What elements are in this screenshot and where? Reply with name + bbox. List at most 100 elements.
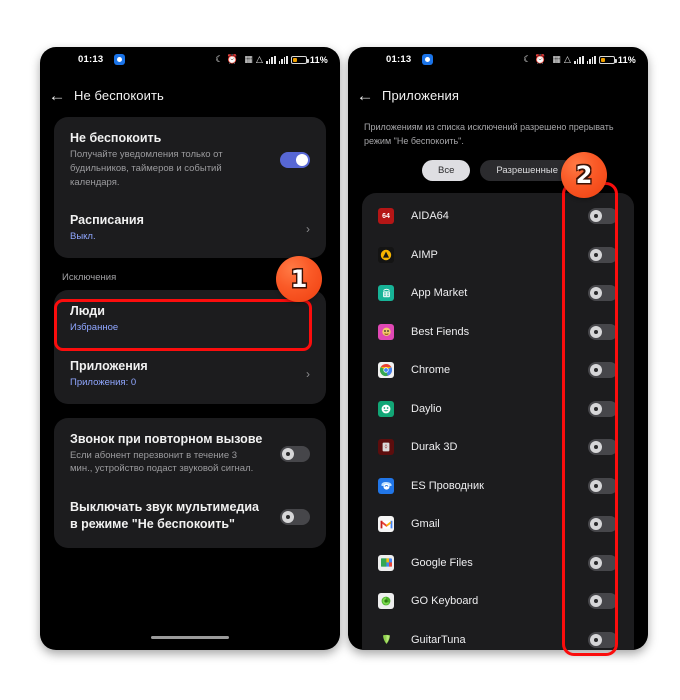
schedules-title: Расписания bbox=[70, 213, 310, 227]
vibrate-icon: ▦ bbox=[552, 55, 561, 64]
go-keyboard-icon bbox=[378, 593, 394, 609]
app-name: Chrome bbox=[411, 364, 450, 376]
camera-badge-icon bbox=[114, 54, 125, 65]
app-name: AIMP bbox=[411, 249, 438, 261]
es-explorer-icon bbox=[378, 478, 394, 494]
status-bar-right: 01:13 ☾ ⏰ ᚝ ▦ △ 11% bbox=[348, 47, 648, 73]
mute-media-toggle[interactable] bbox=[280, 509, 310, 525]
guitartuna-icon bbox=[378, 632, 394, 648]
dnd-row[interactable]: Не беспокоить Получайте уведомления толь… bbox=[54, 119, 326, 201]
phone-left: 01:13 ☾ ⏰ ᚝ ▦ △ 11% ← Не беспокоить Не б… bbox=[40, 47, 340, 650]
dnd-moon-icon: ☾ bbox=[523, 55, 531, 64]
app-row-chrome[interactable]: Chrome bbox=[362, 351, 634, 390]
battery-percent: 11% bbox=[618, 55, 636, 65]
app-row-guitartuna[interactable]: GuitarTuna bbox=[362, 621, 634, 651]
chevron-right-icon: › bbox=[306, 222, 310, 236]
app-toggle[interactable] bbox=[588, 362, 618, 378]
app-name: Durak 3D bbox=[411, 441, 457, 453]
schedules-row[interactable]: Расписания Выкл. › bbox=[54, 201, 326, 256]
app-toggle[interactable] bbox=[588, 593, 618, 609]
mute-media-title-line1: Выключать звук мультимедиа bbox=[70, 500, 310, 514]
repeat-call-title: Звонок при повторном вызове bbox=[70, 432, 310, 446]
app-toggle[interactable] bbox=[588, 208, 618, 224]
app-row-gmail[interactable]: Gmail bbox=[362, 505, 634, 544]
repeat-call-row[interactable]: Звонок при повторном вызове Если абонент… bbox=[54, 420, 326, 489]
gmail-icon bbox=[378, 516, 394, 532]
screenshot-stage: 01:13 ☾ ⏰ ᚝ ▦ △ 11% ← Не беспокоить Не б… bbox=[0, 0, 680, 700]
other-settings-card: Звонок при повторном вызове Если абонент… bbox=[54, 418, 326, 549]
app-toggle[interactable] bbox=[588, 439, 618, 455]
exceptions-card: Люди Избранное Приложения Приложения: 0 … bbox=[54, 290, 326, 404]
app-name: ES Проводник bbox=[411, 480, 484, 492]
durak-3d-icon bbox=[378, 439, 394, 455]
apps-title: Приложения bbox=[70, 359, 310, 373]
wifi-icon: △ bbox=[564, 55, 571, 64]
app-row-aimp[interactable]: AIMP bbox=[362, 236, 634, 275]
vibrate-icon: ▦ bbox=[244, 55, 253, 64]
right-screen-content: Приложениям из списка исключений разреше… bbox=[348, 117, 648, 650]
signal-1-icon bbox=[266, 56, 275, 64]
back-arrow-icon[interactable]: ← bbox=[348, 87, 382, 104]
app-row-es-explorer[interactable]: ES Проводник bbox=[362, 467, 634, 506]
schedules-subtitle: Выкл. bbox=[70, 230, 260, 244]
app-toggle[interactable] bbox=[588, 285, 618, 301]
app-toggle[interactable] bbox=[588, 401, 618, 417]
signal-1-icon bbox=[574, 56, 583, 64]
alarm-icon: ⏰ bbox=[535, 55, 546, 64]
app-name: GuitarTuna bbox=[411, 634, 466, 646]
app-name: Google Files bbox=[411, 557, 473, 569]
app-name: AIDA64 bbox=[411, 210, 449, 222]
chip-allowed[interactable]: Разрешенные bbox=[480, 160, 574, 181]
dnd-toggle[interactable] bbox=[280, 152, 310, 168]
app-row-durak-3d[interactable]: Durak 3D bbox=[362, 428, 634, 467]
people-row[interactable]: Люди Избранное bbox=[54, 292, 326, 347]
daylio-icon bbox=[378, 401, 394, 417]
app-toggle[interactable] bbox=[588, 555, 618, 571]
wifi-icon: △ bbox=[256, 55, 263, 64]
dnd-moon-icon: ☾ bbox=[215, 55, 223, 64]
step-badge-2: 2 bbox=[561, 152, 607, 198]
aida64-icon: 64 bbox=[378, 208, 394, 224]
app-toggle[interactable] bbox=[588, 324, 618, 340]
step-badge-1: 1 bbox=[276, 256, 322, 302]
repeat-call-subtitle: Если абонент перезвонит в течение 3 мин.… bbox=[70, 449, 260, 477]
page-title-right: Приложения bbox=[382, 88, 459, 103]
status-time: 01:13 bbox=[78, 54, 103, 65]
alarm-icon: ⏰ bbox=[227, 55, 238, 64]
app-row-daylio[interactable]: Daylio bbox=[362, 390, 634, 429]
app-row-best-fiends[interactable]: Best Fiends bbox=[362, 313, 634, 352]
aimp-icon bbox=[378, 247, 394, 263]
signal-2-icon bbox=[587, 56, 596, 64]
apps-subtitle: Приложения: 0 bbox=[70, 376, 260, 390]
app-market-icon bbox=[378, 285, 394, 301]
battery-percent: 11% bbox=[310, 55, 328, 65]
people-title: Люди bbox=[70, 304, 310, 318]
app-toggle[interactable] bbox=[588, 247, 618, 263]
chip-all[interactable]: Все bbox=[422, 160, 470, 181]
app-toggle[interactable] bbox=[588, 516, 618, 532]
dnd-title: Не беспокоить bbox=[70, 131, 310, 145]
battery-icon bbox=[291, 56, 307, 64]
app-row-google-files[interactable]: Google Files bbox=[362, 544, 634, 583]
app-toggle[interactable] bbox=[588, 632, 618, 648]
chevron-right-icon: › bbox=[306, 367, 310, 381]
google-files-icon bbox=[378, 555, 394, 571]
home-indicator bbox=[151, 636, 229, 639]
mute-media-row[interactable]: Выключать звук мультимедиа в режиме "Не … bbox=[54, 488, 326, 546]
app-row-aida64[interactable]: 64 AIDA64 bbox=[362, 197, 634, 236]
apps-row[interactable]: Приложения Приложения: 0 › bbox=[54, 347, 326, 402]
best-fiends-icon bbox=[378, 324, 394, 340]
app-bar-right: ← Приложения bbox=[348, 73, 648, 117]
status-bar-left: 01:13 ☾ ⏰ ᚝ ▦ △ 11% bbox=[40, 47, 340, 73]
app-row-app-market[interactable]: App Market bbox=[362, 274, 634, 313]
repeat-call-toggle[interactable] bbox=[280, 446, 310, 462]
left-screen-content: Не беспокоить Получайте уведомления толь… bbox=[40, 117, 340, 650]
app-row-go-keyboard[interactable]: GO Keyboard bbox=[362, 582, 634, 621]
back-arrow-icon[interactable]: ← bbox=[40, 87, 74, 104]
status-time: 01:13 bbox=[386, 54, 411, 65]
battery-icon bbox=[599, 56, 615, 64]
app-name: Daylio bbox=[411, 403, 442, 415]
app-toggle[interactable] bbox=[588, 478, 618, 494]
mute-media-title-line2: в режиме "Не беспокоить" bbox=[70, 517, 310, 531]
app-name: GO Keyboard bbox=[411, 595, 478, 607]
